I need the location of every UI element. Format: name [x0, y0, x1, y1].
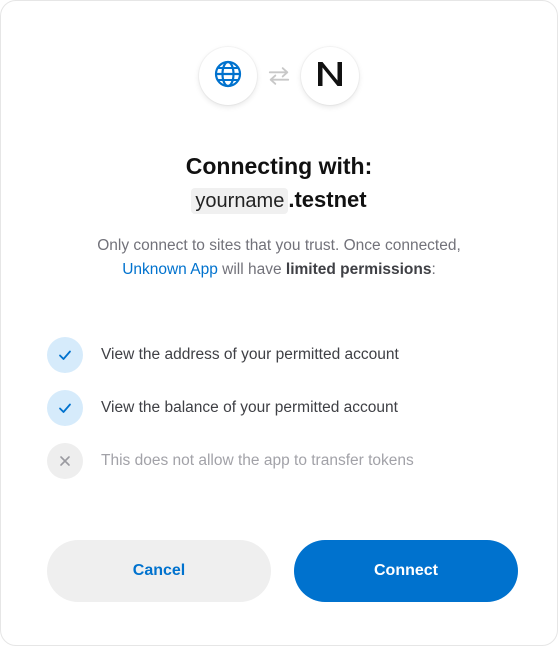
- description-end: :: [431, 261, 436, 278]
- permission-item: View the balance of your permitted accou…: [47, 390, 517, 426]
- account-id: yourname .testnet: [1, 185, 557, 215]
- dialog-title: Connecting with:: [185, 153, 373, 179]
- limited-permissions-label: limited permissions: [285, 261, 432, 278]
- permission-text: View the address of your permitted accou…: [101, 346, 399, 363]
- connect-dialog: Connecting with: yourname .testnet Only c…: [0, 0, 558, 646]
- connect-button[interactable]: Connect: [294, 540, 518, 602]
- description-line: Only connect to sites that you trust. On…: [97, 237, 461, 254]
- wallet-icon-circle: [301, 47, 359, 105]
- description-middle: will have: [217, 261, 286, 278]
- near-logo-icon: [315, 59, 345, 94]
- app-name: Unknown App: [122, 261, 218, 278]
- permission-list: View the address of your permitted accou…: [47, 337, 517, 496]
- permission-text: This does not allow the app to transfer …: [101, 452, 414, 469]
- swap-arrows-icon: [267, 64, 291, 88]
- permission-text: View the balance of your permitted accou…: [101, 399, 398, 416]
- account-suffix: .testnet: [288, 187, 367, 212]
- connection-icons: [1, 47, 557, 105]
- permission-item: View the address of your permitted accou…: [47, 337, 517, 373]
- trust-description: Only connect to sites that you trust. On…: [41, 234, 517, 282]
- cancel-button[interactable]: Cancel: [47, 540, 271, 602]
- permission-item: This does not allow the app to transfer …: [47, 443, 517, 479]
- x-icon: [47, 443, 83, 479]
- app-icon-circle: [199, 47, 257, 105]
- check-icon: [47, 337, 83, 373]
- globe-icon: [213, 59, 243, 94]
- account-name: yourname: [191, 188, 289, 214]
- check-icon: [47, 390, 83, 426]
